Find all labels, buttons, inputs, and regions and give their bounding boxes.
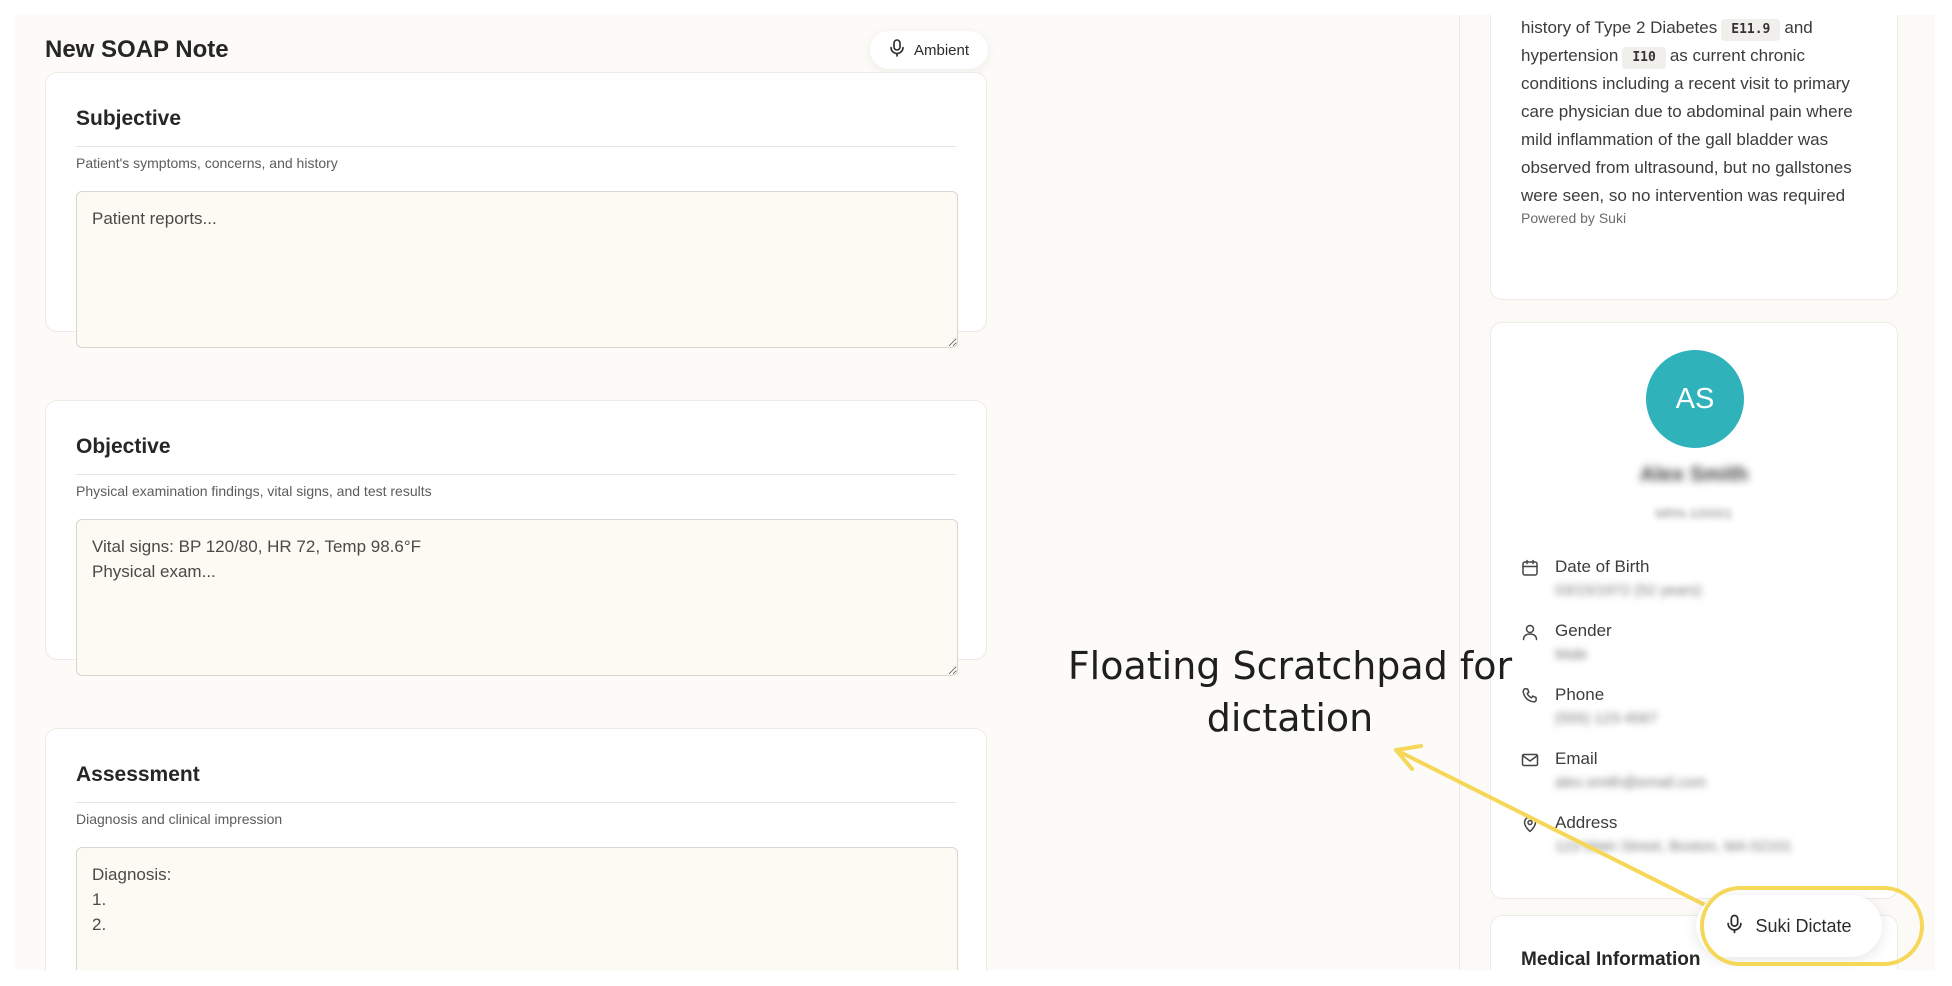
divider: [76, 474, 956, 475]
medical-info-title: Medical Information: [1521, 949, 1701, 970]
objective-input[interactable]: [76, 519, 958, 676]
microphone-icon: [889, 39, 905, 61]
annotation-caption: Floating Scratchpad for dictation: [1067, 644, 1513, 740]
mail-icon: [1521, 751, 1539, 769]
subjective-section: Subjective Patient's symptoms, concerns,…: [45, 72, 987, 348]
person-icon: [1521, 623, 1539, 641]
section-title: Subjective: [76, 107, 182, 130]
detail-value: 03/15/1972 (52 years): [1555, 582, 1702, 599]
avatar: AS: [1646, 350, 1744, 448]
assessment-input[interactable]: [76, 847, 958, 970]
map-pin-icon: [1521, 815, 1539, 833]
divider: [76, 802, 956, 803]
page-title: New SOAP Note: [45, 36, 229, 63]
detail-value: alex.smith@email.com: [1555, 774, 1707, 791]
detail-value: 123 Main Street, Boston, MA 02101: [1555, 838, 1792, 855]
section-description: Patient's symptoms, concerns, and histor…: [76, 155, 338, 171]
detail-label: Date of Birth: [1555, 557, 1650, 576]
section-description: Physical examination findings, vital sig…: [76, 483, 432, 499]
diagnosis-code-chip: E11.9: [1721, 19, 1781, 41]
patient-side-panel: history of Type 2 Diabetes E11.9 and hyper…: [1459, 15, 1935, 970]
detail-label: Gender: [1555, 621, 1612, 640]
calendar-icon: [1521, 559, 1539, 577]
detail-label: Address: [1555, 813, 1618, 832]
section-description: Diagnosis and clinical impression: [76, 811, 283, 827]
summary-fragment: history of Type 2 Diabetes: [1521, 18, 1718, 37]
patient-mrn: MRN-100001: [1655, 506, 1733, 521]
detail-value: (555) 123-4567: [1555, 710, 1658, 727]
ambient-button[interactable]: Ambient: [870, 31, 988, 69]
patient-card: AS Alex Smith MRN-100001 Date of Birth 0…: [1490, 322, 1898, 899]
suki-dictate-button[interactable]: Suki Dictate: [1696, 895, 1882, 957]
divider: [76, 146, 956, 147]
app-frame: New SOAP Note Ambient Subjective Patient…: [15, 15, 1935, 970]
assessment-section: Assessment Diagnosis and clinical impres…: [45, 728, 987, 970]
subjective-input[interactable]: [76, 191, 958, 348]
detail-label: Phone: [1555, 685, 1605, 704]
patient-name: Alex Smith: [1639, 463, 1749, 486]
powered-by-label: Powered by Suki: [1521, 210, 1627, 226]
summary-text: history of Type 2 Diabetes E11.9 and hyper…: [1521, 15, 1871, 210]
summary-fragment: as current chronic conditions including …: [1521, 46, 1853, 205]
diagnosis-code-chip: I10: [1622, 47, 1666, 69]
detail-label: Email: [1555, 749, 1598, 768]
ambient-label: Ambient: [913, 41, 970, 59]
section-title: Assessment: [76, 763, 200, 786]
phone-icon: [1521, 687, 1539, 705]
microphone-icon: [1726, 914, 1743, 939]
suki-dictate-label: Suki Dictate: [1755, 915, 1852, 936]
section-title: Objective: [76, 435, 171, 458]
summary-card: history of Type 2 Diabetes E11.9 and hyper…: [1490, 15, 1898, 300]
objective-section: Objective Physical examination findings,…: [45, 400, 987, 676]
detail-value: Male: [1555, 646, 1588, 663]
